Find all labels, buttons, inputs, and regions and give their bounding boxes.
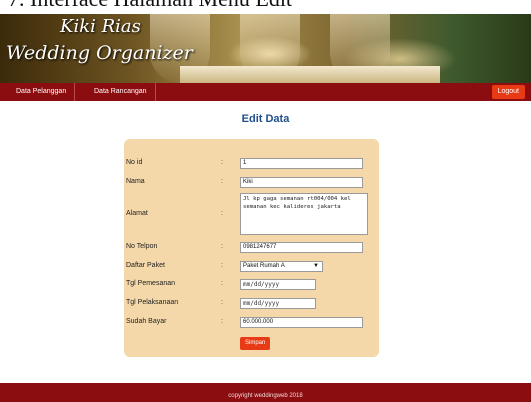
colon: : [221,299,223,306]
label-sudah-bayar: Sudah Bayar [126,318,167,325]
header-banner: Kiki Rias Wedding Organizer [0,14,531,83]
colon: : [221,262,223,269]
label-no-telpon: No Telpon [126,243,158,250]
label-alamat: Alamat [126,210,148,217]
colon: : [221,280,223,287]
sudah-bayar-field[interactable]: 60.000.000 [240,317,363,328]
tgl-pelaksanaan-field[interactable]: mm/dd/yyyy [240,298,316,309]
nama-field[interactable]: Kiki [240,177,363,188]
footer: copyright weddingweb 2018 [0,383,531,402]
document-caption: 7. Interface Halaman Menu Edit [0,0,531,14]
logout-button[interactable]: Logout [491,85,525,99]
nav-data-rancangan[interactable]: Data Rancangan [86,83,156,101]
no-telpon-field[interactable]: 0981247677 [240,242,363,253]
colon: : [221,210,223,217]
alamat-textarea[interactable]: Jl kp gaga semanan rt004/004 kel semanan… [240,193,368,235]
footer-copyright: copyright weddingweb 2018 [228,393,303,399]
colon: : [221,243,223,250]
no-id-field[interactable]: 1 [240,158,363,169]
label-no-id: No id [126,159,143,166]
logo-line-2: Wedding Organizer [6,42,193,64]
page-title: Edit Data [241,113,290,125]
label-nama: Nama [126,178,145,185]
paket-select[interactable]: Paket Rumah A ▼ [240,261,323,272]
label-daftar-paket: Daftar Paket [126,262,165,269]
label-tgl-pemesanan: Tgl Pemesanan [126,280,176,287]
colon: : [221,318,223,325]
banner-decoration [180,66,440,83]
nav-bar: Data Pelanggan Data Rancangan Logout [0,83,531,101]
colon: : [221,159,223,166]
logo-line-1: Kiki Rias [60,16,141,37]
paket-select-value: Paket Rumah A [243,263,285,269]
colon: : [221,178,223,185]
nav-data-pelanggan[interactable]: Data Pelanggan [8,83,76,101]
label-tgl-pelaksanaan: Tgl Pelaksanaan [126,299,179,306]
tgl-pemesanan-field[interactable]: mm/dd/yyyy [240,279,316,290]
chevron-down-icon: ▼ [313,263,319,269]
save-button[interactable]: Simpan [240,337,271,350]
